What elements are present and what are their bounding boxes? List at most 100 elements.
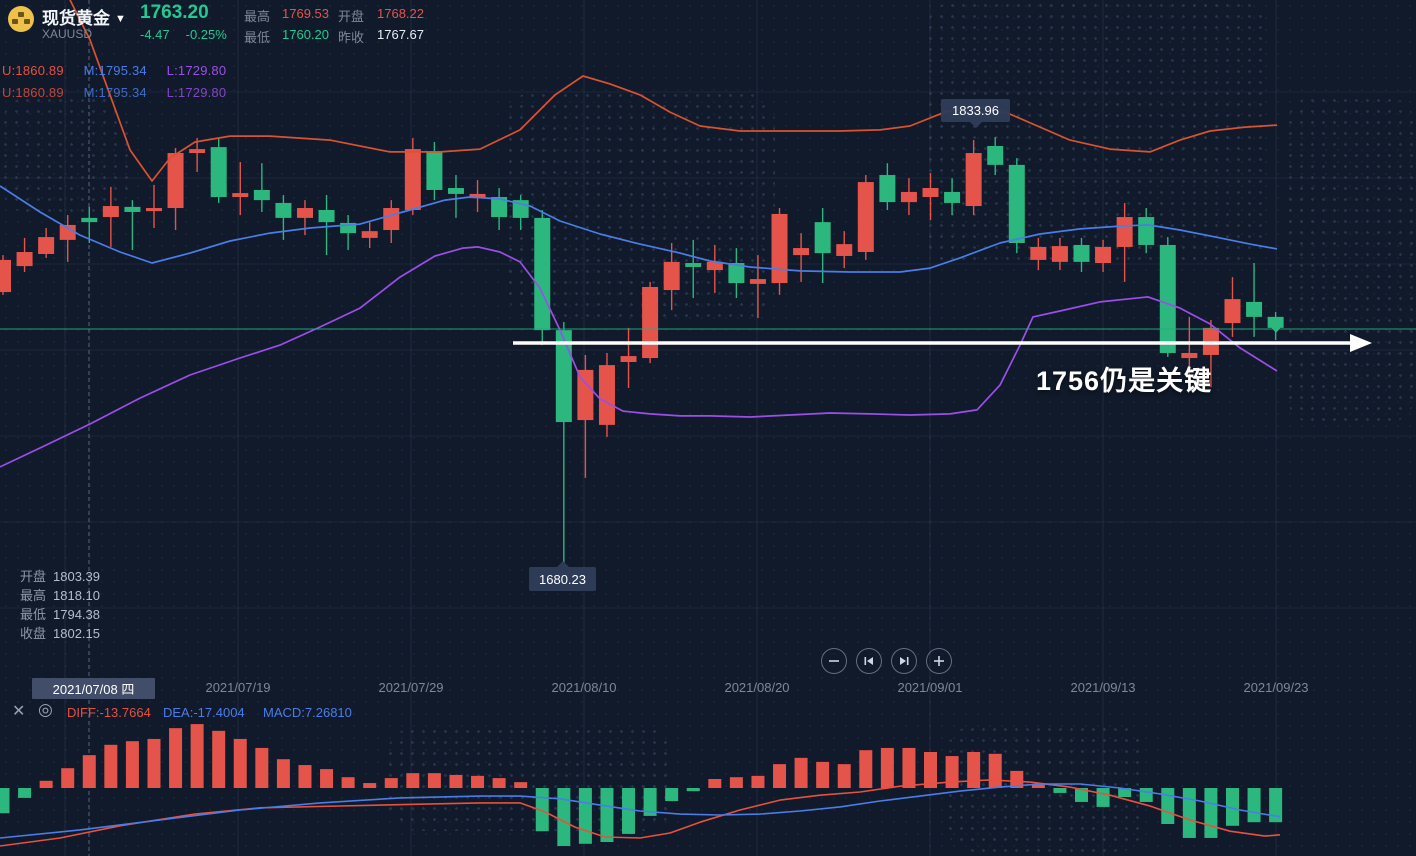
- stat-value: 1768.22: [377, 6, 424, 21]
- macd-bar: [384, 778, 398, 788]
- ohlc-row: 最低 1794.38: [20, 607, 101, 622]
- x-axis-label: 2021/07/19: [205, 680, 271, 695]
- candle-body: [922, 188, 939, 198]
- macd-bar: [600, 788, 614, 842]
- instrument-name: 现货黄金: [42, 9, 110, 28]
- macd-bar: [1204, 788, 1218, 838]
- instrument-selector[interactable]: 现货黄金 ▼: [42, 4, 126, 29]
- candle-body: [944, 191, 961, 203]
- skip-to-end-button[interactable]: [891, 648, 917, 674]
- boll-upper-value: U:1860.89: [2, 85, 64, 100]
- boll-upper-value: U:1860.89: [2, 63, 64, 78]
- macd-bar: [945, 756, 959, 788]
- zoom-in-button[interactable]: [926, 648, 952, 674]
- macd-bar: [255, 747, 269, 788]
- candle-body: [38, 237, 55, 254]
- symbol-label: XAUUSD: [42, 27, 93, 41]
- candle-body: [361, 231, 378, 238]
- boll-mid-value: M:1795.34: [83, 63, 147, 78]
- macd-bar: [449, 774, 463, 788]
- macd-bar: [492, 778, 506, 788]
- candle-body: [16, 252, 33, 267]
- candle-body: [189, 149, 206, 154]
- chart-canvas: [0, 0, 1416, 856]
- candle-body: [793, 248, 810, 256]
- candle-body: [814, 222, 831, 254]
- macd-bar: [773, 764, 787, 788]
- candle-body: [447, 188, 464, 194]
- candle-body: [771, 213, 788, 284]
- zoom-out-button[interactable]: [821, 648, 847, 674]
- candle-body: [857, 182, 874, 253]
- macd-bar: [514, 782, 528, 788]
- candle-body: [124, 206, 141, 212]
- price-tag-low: 1680.23: [529, 561, 596, 591]
- macd-bar: [967, 752, 981, 788]
- macd-bar: [104, 744, 118, 788]
- candle-body: [749, 279, 766, 284]
- ohlc-row: 收盘 1802.15: [20, 626, 101, 641]
- candle-body: [145, 208, 162, 212]
- candle-body: [253, 189, 270, 201]
- stat-label: 最高: [244, 9, 271, 24]
- candle-body: [81, 217, 98, 223]
- stat-value: 1767.67: [377, 27, 424, 42]
- macd-bar: [471, 775, 485, 788]
- x-axis-label: 2021/09/23: [1243, 680, 1309, 695]
- candle-body: [642, 286, 659, 359]
- app-logo-icon: [8, 6, 34, 32]
- macd-bar: [859, 750, 873, 788]
- macd-diff-value: DIFF:-13.7664: [67, 705, 151, 720]
- candle-body: [275, 202, 292, 218]
- candle-body: [1095, 246, 1112, 264]
- macd-macd-value: MACD:7.26810: [263, 705, 352, 720]
- stat-label: 开盘: [338, 9, 365, 24]
- macd-bar: [18, 788, 32, 798]
- macd-bar: [341, 777, 355, 788]
- macd-bar: [190, 724, 204, 788]
- x-axis-highlighted-date[interactable]: 2021/07/08 四: [32, 678, 155, 699]
- candle-body: [598, 365, 615, 425]
- candle-body: [1246, 301, 1263, 317]
- macd-bar: [1053, 788, 1067, 793]
- macd-bar: [816, 761, 830, 788]
- key-level-note: 1756仍是关键: [1036, 366, 1213, 396]
- candle-body: [1138, 217, 1155, 245]
- candle-body: [0, 259, 11, 293]
- boll-lower-value: L:1729.80: [166, 63, 227, 78]
- macd-bar: [363, 783, 377, 788]
- candle-body: [1051, 246, 1068, 262]
- candle-body: [1181, 352, 1198, 359]
- macd-bar: [686, 788, 700, 792]
- candle-body: [879, 175, 896, 203]
- change-percent: -0.25%: [185, 27, 227, 42]
- skip-to-start-button[interactable]: [856, 648, 882, 674]
- candle-body: [404, 149, 421, 210]
- macd-bar: [125, 741, 139, 788]
- candle-body: [1073, 244, 1090, 262]
- macd-bar: [794, 757, 808, 788]
- macd-bar: [557, 788, 571, 847]
- candle-body: [1116, 217, 1133, 247]
- macd-bar: [622, 788, 636, 834]
- close-icon[interactable]: ✕: [12, 701, 25, 721]
- candle-body: [102, 206, 119, 218]
- stat-value: 1760.20: [282, 27, 329, 42]
- last-price: 1763.20: [140, 2, 209, 23]
- macd-bar: [751, 775, 765, 788]
- target-settings-icon[interactable]: ◎: [38, 700, 53, 720]
- macd-bar: [1269, 788, 1283, 823]
- trading-app: 现货黄金 ▼ XAUUSD 1763.20 -4.47 -0.25% 最高 1769…: [0, 0, 1416, 856]
- trend-arrow-head: [1350, 334, 1372, 352]
- macd-bar: [427, 773, 441, 788]
- ohlc-row: 开盘 1803.39: [20, 569, 101, 584]
- macd-bar: [1139, 788, 1153, 802]
- candle-body: [1030, 246, 1047, 260]
- price-change: -4.47 -0.25%: [140, 27, 243, 42]
- macd-bar: [708, 779, 722, 788]
- candle-body: [987, 145, 1004, 165]
- x-axis-label: 2021/07/29: [378, 680, 444, 695]
- candle-body: [1159, 244, 1176, 353]
- macd-bar: [212, 730, 226, 788]
- macd-bar: [0, 788, 10, 814]
